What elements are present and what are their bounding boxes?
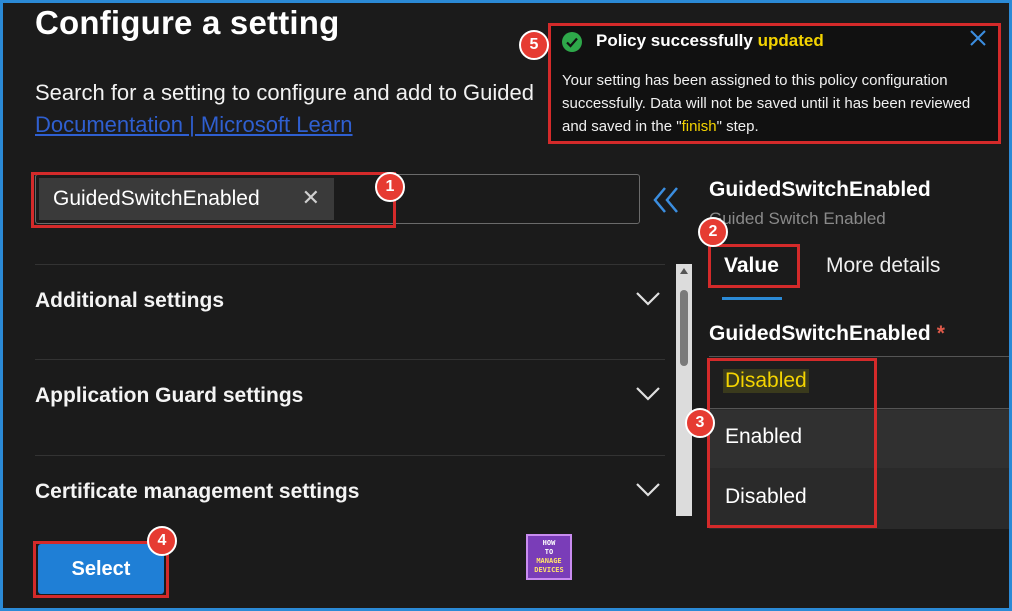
select-button[interactable]: Select (38, 544, 164, 594)
annotation-badge-4: 4 (147, 526, 177, 556)
selected-value-text: Disabled (723, 369, 809, 393)
logo-text: TO (544, 548, 554, 556)
logo-text: DEVICES (534, 566, 564, 574)
tab-more-details[interactable]: More details (826, 254, 940, 278)
toast-title: Policy successfully updated (596, 31, 824, 51)
annotation-badge-2: 2 (698, 217, 728, 247)
scroll-thumb[interactable] (680, 290, 688, 366)
check-circle-icon (562, 32, 582, 52)
active-tab-indicator (722, 297, 782, 300)
detail-subtitle: Guided Switch Enabled (709, 209, 886, 228)
logo-text: HOW (542, 539, 556, 547)
section-application-guard-settings[interactable]: Application Guard settings (35, 359, 665, 454)
search-chip-label: GuidedSwitchEnabled (53, 187, 260, 210)
toast-title-text: Policy successfully (596, 31, 758, 50)
documentation-link[interactable]: Documentation | Microsoft Learn (35, 112, 353, 138)
section-label: Certificate management settings (35, 480, 360, 503)
scroll-up-arrow-icon[interactable] (680, 268, 688, 274)
section-label: Additional settings (35, 289, 224, 312)
value-dropdown[interactable]: Disabled Enabled Disabled (709, 356, 1012, 529)
toast-message-highlight: finish (681, 118, 717, 135)
annotation-badge-5: 5 (519, 30, 549, 60)
dropdown-selected-value[interactable]: Disabled (709, 357, 1012, 409)
settings-search-input[interactable]: GuidedSwitchEnabled ✕ (35, 174, 640, 224)
option-label: Disabled (725, 485, 807, 508)
toast-message-text: Your setting has been assigned to this p… (562, 72, 971, 135)
double-chevron-left-icon[interactable] (651, 185, 683, 215)
logo-text: MANAGE (536, 557, 562, 565)
page-title: Configure a setting (35, 4, 340, 41)
tab-value[interactable]: Value (724, 254, 779, 278)
success-toast: Policy successfully updated Your setting… (548, 23, 1001, 144)
field-label: GuidedSwitchEnabled * (709, 322, 945, 346)
search-chip: GuidedSwitchEnabled ✕ (39, 178, 334, 220)
toast-title-highlight: updated (757, 31, 824, 50)
required-mark: * (936, 322, 945, 345)
field-label-text: GuidedSwitchEnabled (709, 322, 931, 345)
annotation-badge-3: 3 (685, 408, 715, 438)
section-additional-settings[interactable]: Additional settings (35, 264, 665, 359)
option-label: Enabled (725, 425, 803, 448)
toast-message-text: " step. (716, 118, 759, 135)
dropdown-option-disabled[interactable]: Disabled (709, 470, 1012, 528)
page-description: Search for a setting to configure and ad… (35, 80, 534, 105)
close-icon[interactable] (969, 29, 987, 47)
chevron-down-icon (636, 387, 660, 401)
section-label: Application Guard settings (35, 384, 304, 407)
close-icon[interactable]: ✕ (302, 187, 320, 209)
annotation-badge-1: 1 (375, 172, 405, 202)
detail-title: GuidedSwitchEnabled (709, 178, 931, 201)
settings-scrollbar[interactable] (676, 264, 692, 516)
toast-message: Your setting has been assigned to this p… (562, 69, 992, 138)
chevron-down-icon (636, 483, 660, 497)
chevron-down-icon (636, 292, 660, 306)
dropdown-option-enabled[interactable]: Enabled (709, 410, 1012, 468)
how-to-manage-devices-logo: HOW TO MANAGE DEVICES (526, 534, 572, 580)
